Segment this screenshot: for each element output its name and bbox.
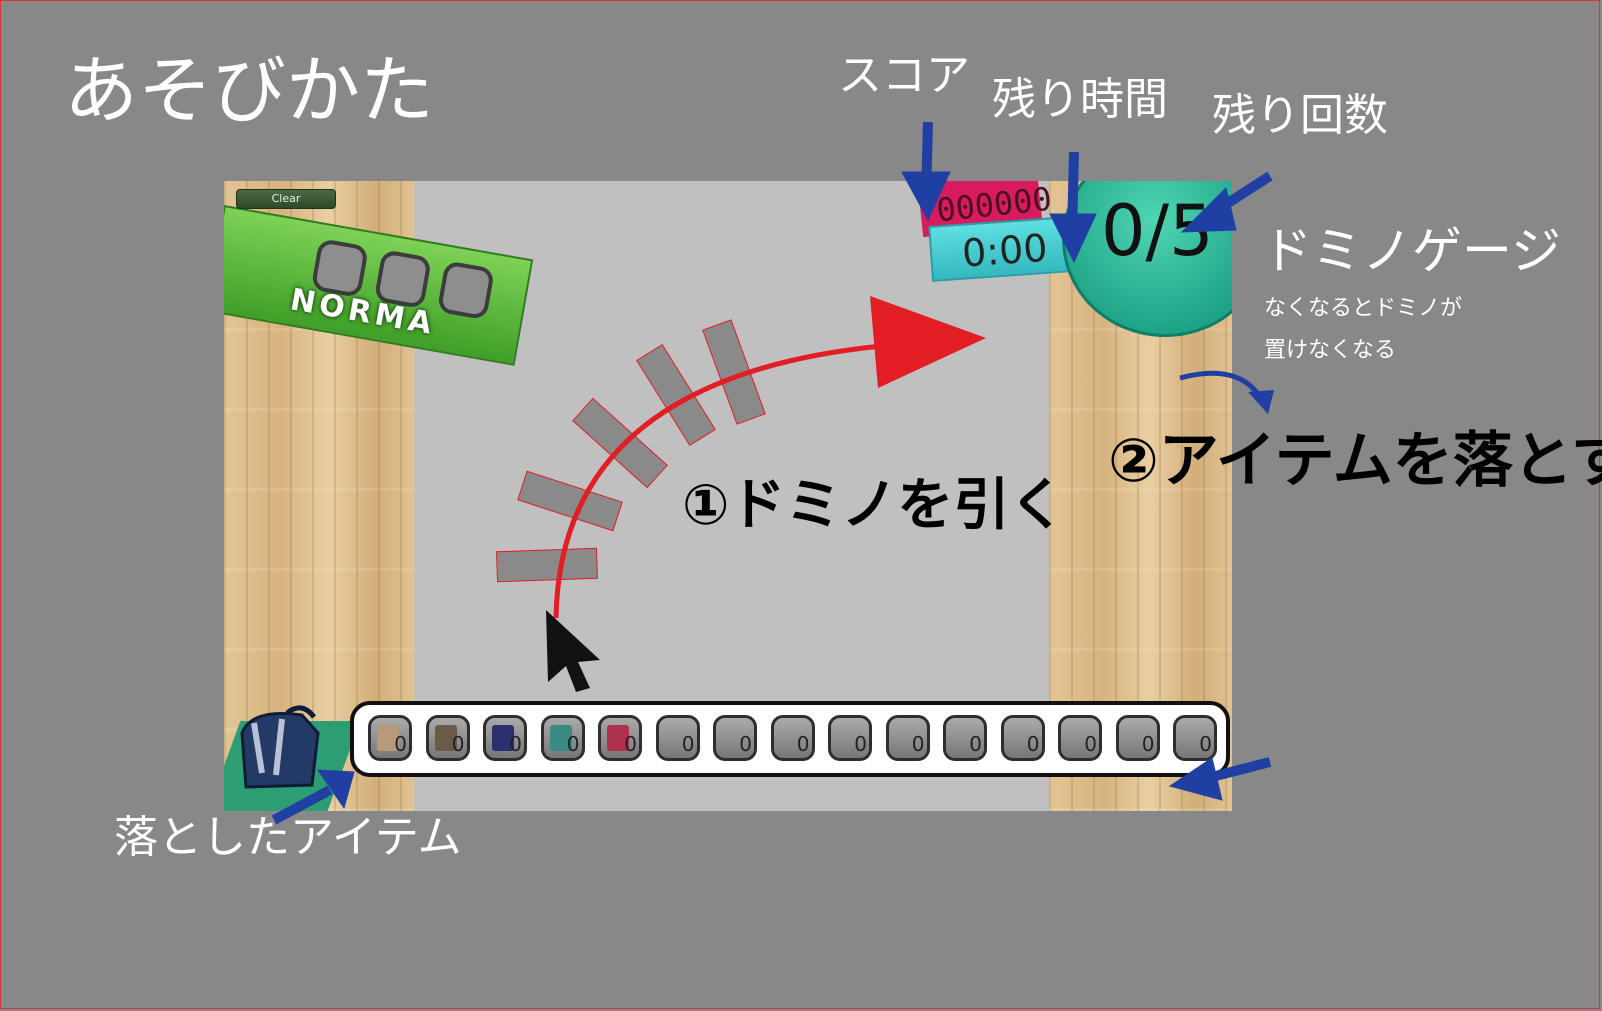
domino-piece <box>636 343 716 447</box>
arrow-head-icon <box>1168 757 1223 801</box>
cursor-icon <box>546 610 600 692</box>
arrow-head-icon <box>1180 187 1237 233</box>
arrow-head-icon <box>901 171 951 222</box>
bag-pointer-arrow <box>271 785 333 825</box>
arrow-head-icon <box>870 296 986 388</box>
arrow-head-icon <box>1248 390 1274 414</box>
domino-piece <box>495 547 599 583</box>
drop-curve-arrow <box>1179 370 1265 402</box>
annotation-layer <box>271 121 1274 825</box>
draw-path-arrow <box>553 343 883 619</box>
domino-piece <box>572 397 668 489</box>
arrow-head-icon <box>1049 213 1097 264</box>
domino-piece <box>517 470 623 532</box>
